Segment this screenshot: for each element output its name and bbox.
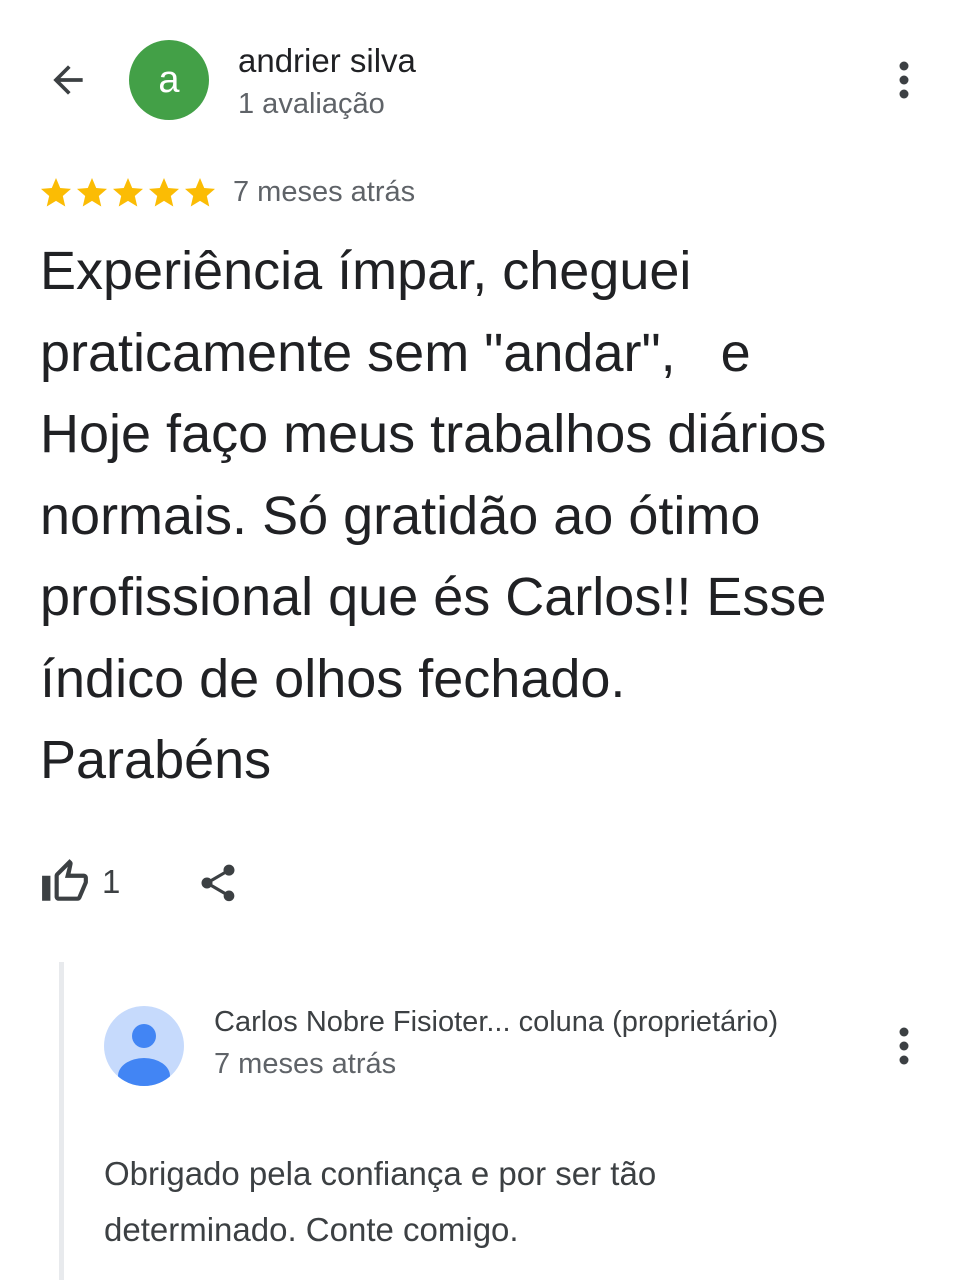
reply-more-options-button[interactable] bbox=[884, 1016, 924, 1076]
star-icon bbox=[41, 178, 71, 207]
thumb-up-outline-icon bbox=[42, 859, 88, 901]
more-vert-icon bbox=[899, 1027, 909, 1065]
arrow-back-icon bbox=[53, 65, 83, 95]
reply-text: Obrigado pela confiança e por ser tão det… bbox=[104, 1146, 656, 1258]
more-options-button[interactable] bbox=[884, 50, 924, 110]
review-text-line: normais. Só gratidão ao ótimo bbox=[40, 485, 761, 546]
like-count: 1 bbox=[102, 863, 121, 900]
reply-text-line: Obrigado pela confiança e por ser tão bbox=[104, 1155, 657, 1192]
review-text-line: índico de olhos fechado. bbox=[40, 648, 626, 709]
reviewer-name[interactable]: andrier silva bbox=[238, 42, 416, 80]
owner-avatar[interactable] bbox=[104, 1006, 184, 1086]
share-icon bbox=[201, 864, 235, 902]
review-text-line: Hoje faço meus trabalhos diários bbox=[40, 404, 827, 464]
star-icon bbox=[149, 178, 179, 207]
reply-indent-bar bbox=[59, 962, 64, 1280]
review-text-line: profissional que és Carlos!! Esse bbox=[40, 567, 827, 627]
review-text-line: praticamente sem "andar", e bbox=[40, 322, 751, 383]
review-text: Experiência ímpar, cheguei praticamente s… bbox=[40, 231, 955, 802]
review-text-line: Parabéns bbox=[40, 730, 272, 790]
more-vert-icon bbox=[899, 61, 909, 99]
star-icon bbox=[185, 178, 215, 207]
owner-name[interactable]: Carlos Nobre Fisioter... coluna (proprie… bbox=[214, 1006, 778, 1039]
star-rating bbox=[38, 175, 218, 211]
review-text-line: Experiência ímpar, cheguei bbox=[40, 241, 692, 301]
star-icon bbox=[77, 178, 107, 207]
reply-text-line: determinado. Conte comigo. bbox=[104, 1211, 519, 1248]
reviewer-review-count: 1 avaliação bbox=[238, 88, 385, 120]
person-icon bbox=[118, 1024, 170, 1086]
star-icon bbox=[113, 178, 143, 207]
back-button[interactable] bbox=[40, 52, 96, 108]
share-button[interactable] bbox=[190, 857, 246, 909]
like-button[interactable]: 1 bbox=[40, 852, 120, 912]
avatar-letter: a bbox=[158, 58, 180, 101]
reply-date: 7 meses atrás bbox=[214, 1048, 397, 1080]
avatar[interactable]: a bbox=[129, 40, 209, 120]
review-date: 7 meses atrás bbox=[233, 176, 416, 208]
